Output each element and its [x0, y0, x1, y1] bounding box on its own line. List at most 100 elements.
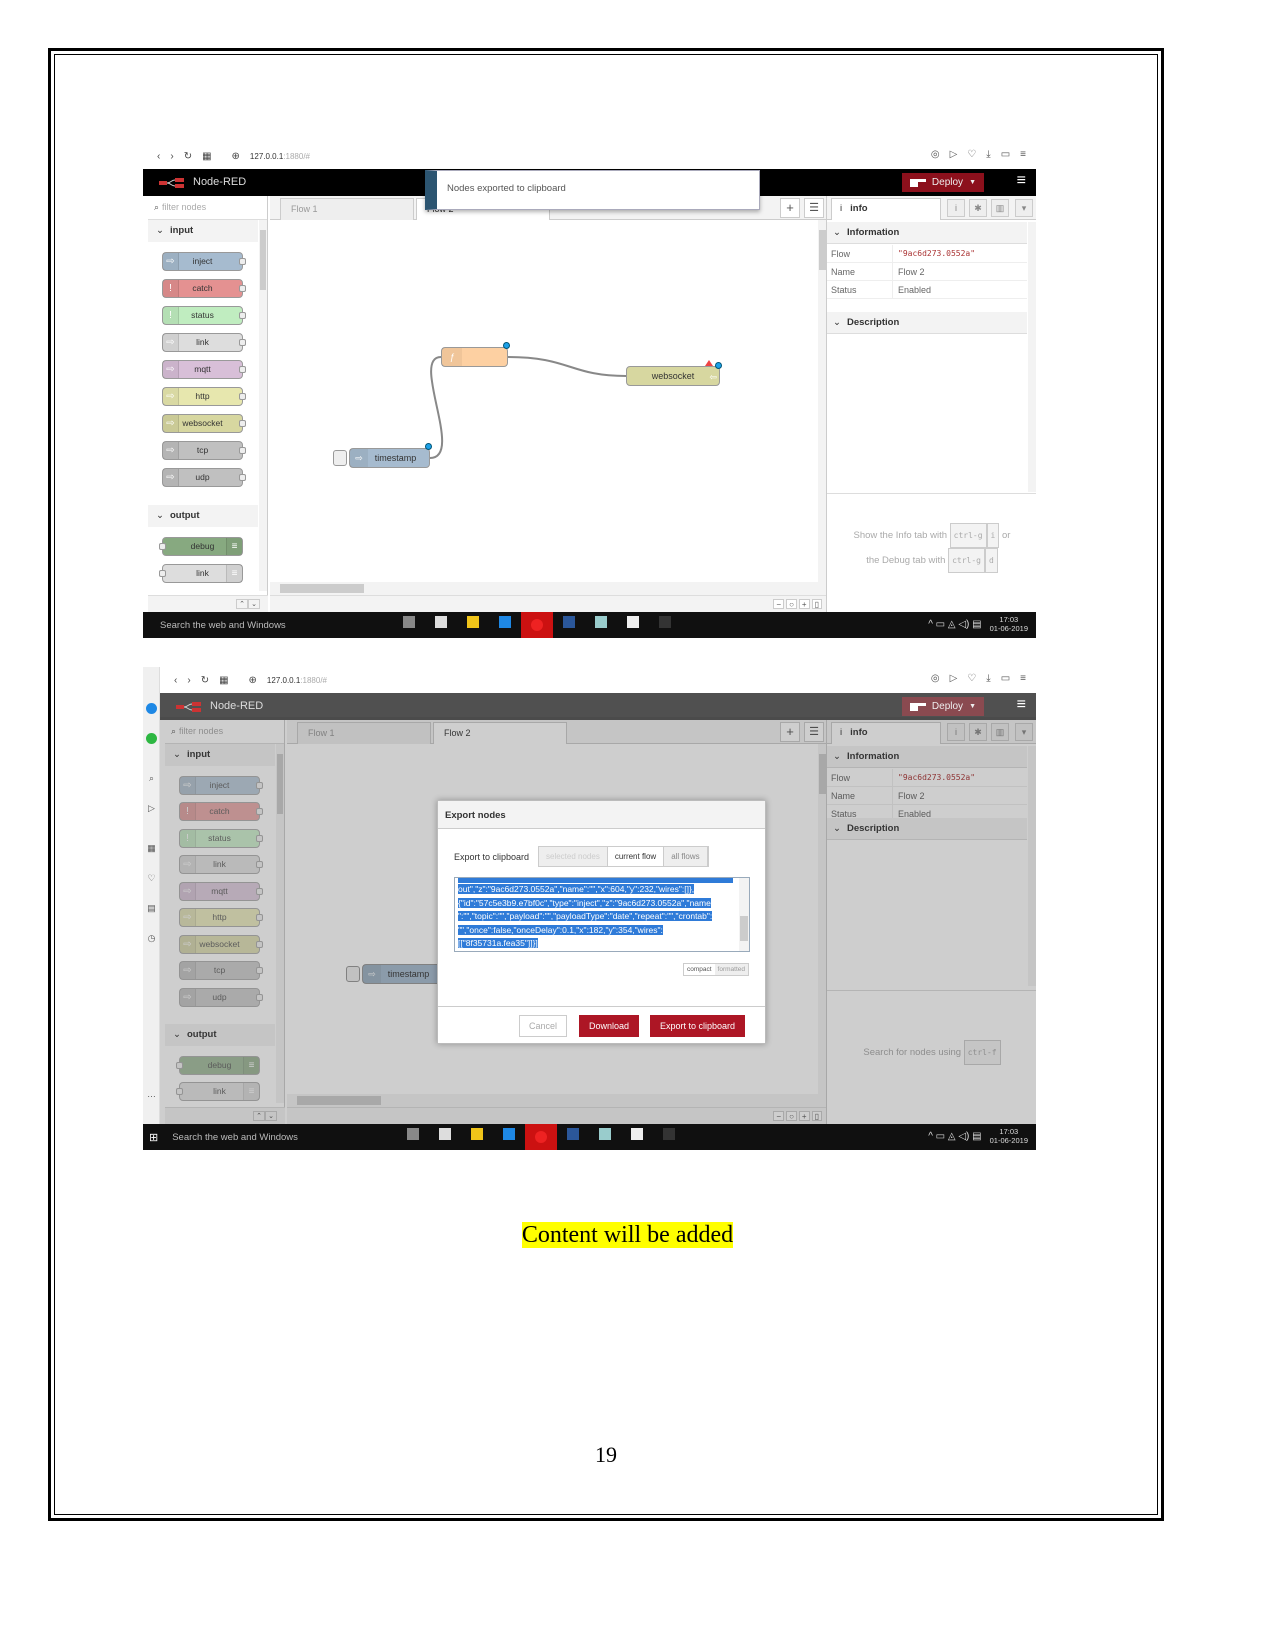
list-flows-button[interactable]: ☰: [804, 198, 824, 218]
globe-icon[interactable]: ⊕: [249, 675, 257, 686]
search-icon[interactable]: ⌕: [146, 773, 157, 784]
clock[interactable]: 17:03 01-06-2019: [990, 1127, 1028, 1145]
word-icon[interactable]: [559, 612, 579, 632]
forward-icon[interactable]: ›: [170, 151, 173, 162]
menu-icon[interactable]: ≡: [1020, 149, 1026, 160]
heart-icon[interactable]: ♡: [146, 873, 157, 884]
history-icon[interactable]: ◷: [146, 933, 157, 944]
download-icon[interactable]: ⤓: [986, 673, 990, 684]
back-icon[interactable]: ‹: [174, 675, 177, 686]
palette-node-tcp[interactable]: ⇨ tcp: [162, 441, 246, 460]
export-json-textarea[interactable]: out","z":"9ac6d273.0552a","name":"","x":…: [454, 877, 750, 952]
apps-icon[interactable]: ▦: [146, 843, 157, 854]
sidebar-tab-info[interactable]: i info: [831, 198, 941, 220]
format-compact[interactable]: compact: [683, 964, 715, 975]
url-bar[interactable]: 127.0.0.1:1880/#: [267, 676, 327, 685]
play-icon[interactable]: ▷: [950, 673, 958, 684]
format-formatted[interactable]: formatted: [714, 964, 748, 975]
terminal-icon[interactable]: [655, 612, 675, 632]
canvas-hscroll-thumb[interactable]: [280, 584, 364, 593]
task-view-icon[interactable]: [399, 612, 419, 632]
scope-current-flow[interactable]: current flow: [607, 847, 665, 866]
scope-all-flows[interactable]: all flows: [664, 847, 708, 866]
palette-filter-input[interactable]: ⌕ filter nodes: [148, 196, 267, 220]
send-icon[interactable]: ▷: [146, 803, 157, 814]
palette-node-link[interactable]: ⇨ link: [162, 333, 246, 352]
download-button[interactable]: Download: [579, 1015, 640, 1037]
edge-icon[interactable]: [499, 1124, 519, 1144]
wire-function-websocket[interactable]: [507, 356, 627, 377]
battery-icon[interactable]: ▭: [1001, 673, 1010, 684]
heart-icon[interactable]: ♡: [967, 673, 976, 684]
word-icon[interactable]: [563, 1124, 583, 1144]
video-icon[interactable]: [623, 612, 643, 632]
clock[interactable]: 17:03 01-06-2019: [990, 615, 1028, 633]
inject-trigger-button[interactable]: [333, 450, 347, 466]
terminal-icon[interactable]: [659, 1124, 679, 1144]
tray-icons[interactable]: ^ ▭ ◬ ◁) ▤: [928, 619, 981, 630]
zoom-out-button[interactable]: −: [773, 599, 785, 609]
flow-node-timestamp[interactable]: ⇨ timestamp: [349, 443, 432, 468]
palette-node-websocket[interactable]: ⇨ websocket: [162, 414, 246, 433]
apps-icon[interactable]: ▦: [202, 151, 211, 162]
menu-icon[interactable]: ≡: [1020, 673, 1026, 684]
edge-icon[interactable]: [495, 612, 515, 632]
messenger-icon[interactable]: [146, 703, 157, 714]
textarea-scroll-thumb[interactable]: [740, 916, 748, 941]
palette-scroll-thumb[interactable]: [260, 230, 266, 290]
expand-all-button[interactable]: ⌄: [248, 599, 260, 609]
app-icon[interactable]: [595, 1124, 615, 1144]
whatsapp-icon[interactable]: [146, 733, 157, 744]
store-icon[interactable]: [431, 612, 451, 632]
taskbar-search[interactable]: Search the web and Windows: [172, 1132, 397, 1143]
sidebar-scrollbar[interactable]: [1028, 222, 1036, 492]
heart-icon[interactable]: ♡: [967, 149, 976, 160]
dashboard-tab-button[interactable]: ▥: [991, 199, 1009, 217]
palette-category-input[interactable]: ⌄ input: [148, 220, 258, 242]
deploy-dropdown-icon[interactable]: ▼: [969, 179, 976, 186]
debug-tab-button[interactable]: ✱: [969, 199, 987, 217]
cancel-button[interactable]: Cancel: [519, 1015, 568, 1037]
reload-icon[interactable]: ↻: [184, 151, 192, 162]
add-flow-button[interactable]: +: [780, 198, 800, 218]
export-to-clipboard-button[interactable]: Export to clipboard: [650, 1015, 746, 1037]
palette-node-debug[interactable]: ≡ debug: [159, 537, 243, 556]
section-description[interactable]: ⌄ Description: [827, 312, 1027, 334]
wire-timestamp-function[interactable]: [429, 356, 444, 459]
tray-icons[interactable]: ^ ▭ ◬ ◁) ▤: [928, 1131, 981, 1142]
camera-icon[interactable]: ◎: [931, 149, 940, 160]
store-icon[interactable]: [435, 1124, 455, 1144]
deploy-dropdown-icon[interactable]: ▼: [969, 703, 976, 710]
sidebar-menu-button[interactable]: ▾: [1015, 199, 1033, 217]
opera-icon[interactable]: [525, 1124, 558, 1150]
battery-icon[interactable]: ▭: [1001, 149, 1010, 160]
palette-node-catch[interactable]: ! catch: [162, 279, 246, 298]
palette-category-output[interactable]: ⌄ output: [148, 505, 258, 527]
taskbar-search[interactable]: Search the web and Windows: [160, 620, 385, 631]
more-icon[interactable]: …: [146, 1089, 157, 1100]
video-icon[interactable]: [627, 1124, 647, 1144]
tab-flow-1[interactable]: Flow 1: [280, 198, 414, 220]
palette-node-inject[interactable]: ⇨ inject: [162, 252, 246, 271]
globe-icon[interactable]: ⊕: [232, 151, 240, 162]
play-icon[interactable]: ▷: [950, 149, 958, 160]
palette-node-udp[interactable]: ⇨ udp: [162, 468, 246, 487]
palette-node-http[interactable]: ⇨ http: [162, 387, 246, 406]
task-view-icon[interactable]: [403, 1124, 423, 1144]
url-bar[interactable]: 127.0.0.1:1880/#: [250, 152, 310, 161]
zoom-reset-button[interactable]: ○: [786, 599, 797, 609]
back-icon[interactable]: ‹: [157, 151, 160, 162]
opera-icon[interactable]: [521, 612, 553, 638]
palette-node-status[interactable]: ! status: [162, 306, 246, 325]
deploy-button[interactable]: Deploy ▼: [901, 173, 984, 192]
news-icon[interactable]: ▤: [146, 903, 157, 914]
flow-node-websocket[interactable]: websocket ⇦: [626, 360, 722, 386]
main-menu-icon[interactable]: ≡: [1017, 696, 1026, 714]
camera-icon[interactable]: ◎: [931, 673, 940, 684]
collapse-all-button[interactable]: ⌃: [236, 599, 248, 609]
reload-icon[interactable]: ↻: [201, 675, 209, 686]
palette-node-link[interactable]: ≡ link: [159, 564, 243, 583]
section-information[interactable]: ⌄ Information: [827, 222, 1027, 244]
deploy-button[interactable]: Deploy ▼: [901, 697, 984, 716]
main-menu-icon[interactable]: ≡: [1017, 172, 1026, 190]
